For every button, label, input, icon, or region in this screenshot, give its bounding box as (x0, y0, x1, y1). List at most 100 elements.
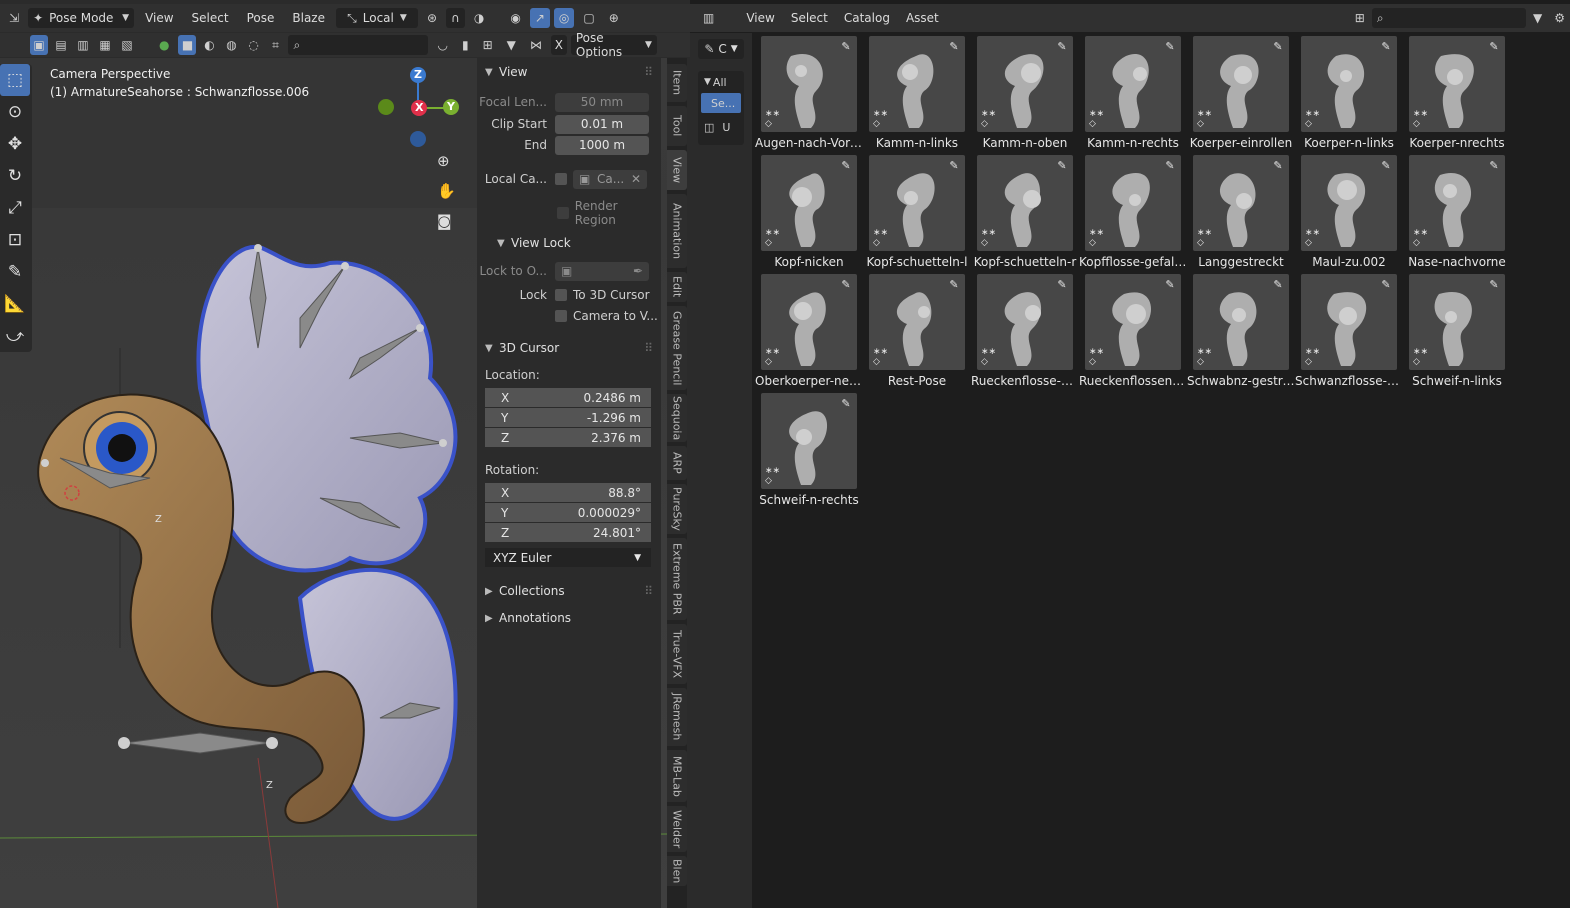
transform-tool[interactable]: ⊡ (0, 224, 30, 256)
view-section-header[interactable]: ▼ View ⠿ (477, 60, 661, 84)
edit-icon[interactable]: ✎ (947, 40, 961, 54)
scale-tool[interactable]: ⤢ (0, 192, 30, 224)
asset-name[interactable]: Maul-zu.002 (1295, 255, 1403, 269)
asset-thumbnail[interactable]: ✎ ∗∗ ◇ (1085, 155, 1181, 251)
asset-search-input[interactable]: ⌕ (1371, 8, 1526, 28)
edit-icon[interactable]: ✎ (1379, 278, 1393, 292)
asset-thumbnail[interactable]: ✎ ∗∗ ◇ (1301, 274, 1397, 370)
asset-name[interactable]: Kopf-schuetteln-l (863, 255, 971, 269)
mirror-button[interactable]: ⋈ (525, 35, 547, 55)
edit-icon[interactable]: ✎ (947, 159, 961, 173)
asset-thumbnail[interactable]: ✎ ∗∗ ◇ (869, 36, 965, 132)
rotation-mode-dropdown[interactable]: XYZ Euler ▼ (485, 548, 651, 567)
annotate-tool[interactable]: ✎ (0, 256, 30, 288)
x-mirror-toggle[interactable]: X (550, 35, 567, 55)
cursor-tool[interactable]: ⊙ (0, 96, 30, 128)
annotations-header[interactable]: ▶ Annotations (477, 606, 661, 630)
lock-to-object-field[interactable]: ▣ ✒ (555, 261, 649, 281)
clip-start-field[interactable]: 0.01 m (555, 114, 649, 134)
edit-icon[interactable]: ✎ (839, 278, 853, 292)
local-camera-checkbox[interactable] (555, 173, 567, 185)
asset-name[interactable]: Schwabnz-gestrec... (1187, 374, 1295, 388)
menu-catalog[interactable]: Catalog (837, 11, 897, 25)
display-mode-button[interactable]: ⊞ (1350, 8, 1370, 28)
search-input[interactable]: ⌕ (288, 35, 429, 55)
eyedropper-icon[interactable]: ✒ (633, 264, 643, 278)
asset-thumbnail[interactable]: ✎ ∗∗ ◇ (1409, 36, 1505, 132)
keying-button[interactable]: ⊞ (478, 35, 498, 55)
asset-thumbnail[interactable]: ✎ ∗∗ ◇ (1193, 155, 1289, 251)
to-3d-cursor-checkbox[interactable] (555, 289, 567, 301)
location-y-field[interactable]: Y -1.296 m (485, 408, 651, 427)
drag-handle-icon[interactable]: ⠿ (644, 65, 653, 79)
render-region-checkbox[interactable] (557, 207, 569, 219)
asset-thumbnail[interactable]: ✎ ∗∗ ◇ (761, 155, 857, 251)
zoom-icon[interactable]: ⊕ (437, 152, 450, 170)
asset-name[interactable]: Langgestreckt (1187, 255, 1295, 269)
shading-material-button[interactable]: ◐ (200, 35, 218, 55)
asset-name[interactable]: Kamm-n-links (863, 136, 971, 150)
shading-world-button[interactable]: ◌ (244, 35, 262, 55)
move-tool[interactable]: ✥ (0, 128, 30, 160)
library-selector[interactable]: ✎ C ▼ (698, 39, 744, 59)
menu-select[interactable]: Select (784, 11, 835, 25)
select-mode-extend[interactable]: ▤ (52, 35, 70, 55)
menu-asset[interactable]: Asset (899, 11, 946, 25)
camera-view-icon[interactable]: ◙ (437, 212, 452, 230)
pan-hand-icon[interactable]: ✋ (437, 182, 456, 200)
rotation-y-field[interactable]: Y 0.000029° (485, 503, 651, 522)
edit-icon[interactable]: ✎ (1055, 159, 1069, 173)
edit-icon[interactable]: ✎ (839, 159, 853, 173)
relax-tool[interactable]: ⤻ (0, 320, 30, 352)
sidebar-tab[interactable]: Item (667, 64, 687, 102)
overlay-button[interactable]: ◎ (553, 8, 575, 28)
measure-tool[interactable]: 📐 (0, 288, 30, 320)
edit-icon[interactable]: ✎ (1379, 40, 1393, 54)
focal-length-field[interactable]: 50 mm (555, 92, 649, 112)
rotate-tool[interactable]: ↻ (0, 160, 30, 192)
sidebar-tab[interactable]: Animation (667, 194, 687, 268)
edit-icon[interactable]: ✎ (1055, 40, 1069, 54)
select-mode-intersect[interactable]: ▧ (118, 35, 136, 55)
sidebar-tab[interactable]: Edit (667, 272, 687, 302)
settings-button[interactable]: ⚙ (1549, 8, 1570, 28)
select-mode-subtract[interactable]: ▥ (74, 35, 92, 55)
drag-handle-icon[interactable]: ⠿ (644, 341, 653, 355)
gizmo-x-label[interactable]: X (415, 101, 423, 114)
shading-solid-button[interactable]: ■ (178, 35, 197, 55)
pivot-button[interactable]: ⊛ (422, 8, 442, 28)
edit-icon[interactable]: ✎ (839, 397, 853, 411)
catalog-item-selected[interactable]: Se... (701, 93, 741, 113)
sidebar-tab[interactable]: PureSky (667, 484, 687, 534)
asset-name[interactable]: Rueckenflosse-an... (971, 374, 1079, 388)
shading-extra-button[interactable]: ⌗ (266, 35, 284, 55)
menu-select[interactable]: Select (185, 11, 236, 25)
filter-button[interactable]: ▼ (502, 35, 521, 55)
asset-name[interactable]: Rest-Pose (863, 374, 971, 388)
select-box-tool[interactable]: ⬚ (0, 64, 30, 96)
local-camera-field[interactable]: ▣ Ca... ✕ (573, 169, 647, 189)
asset-name[interactable]: Kamm-n-rechts (1079, 136, 1187, 150)
snap-button[interactable]: ∩ (446, 8, 465, 28)
asset-thumbnail[interactable]: ✎ ∗∗ ◇ (1085, 36, 1181, 132)
menu-view[interactable]: View (739, 11, 781, 25)
menu-blaze[interactable]: Blaze (285, 11, 332, 25)
asset-name[interactable]: Schwanzflosse-gef... (1295, 374, 1403, 388)
edit-icon[interactable]: ✎ (947, 278, 961, 292)
bookmark-button[interactable]: ▮ (457, 35, 474, 55)
sidebar-tab[interactable]: Sequoia (667, 394, 687, 442)
asset-thumbnail[interactable]: ✎ ∗∗ ◇ (761, 274, 857, 370)
asset-name[interactable]: Rueckenflossen-g... (1079, 374, 1187, 388)
asset-thumbnail[interactable]: ✎ ∗∗ ◇ (761, 36, 857, 132)
asset-thumbnail[interactable]: ✎ ∗∗ ◇ (869, 274, 965, 370)
asset-name[interactable]: Koerper-nrechts (1403, 136, 1511, 150)
menu-pose[interactable]: Pose (240, 11, 282, 25)
asset-thumbnail[interactable]: ✎ ∗∗ ◇ (761, 393, 857, 489)
3d-cursor-header[interactable]: ▼ 3D Cursor ⠿ (477, 336, 661, 360)
edit-icon[interactable]: ✎ (1271, 159, 1285, 173)
gizmo-button[interactable]: ↗ (529, 8, 550, 28)
rotation-x-field[interactable]: X 88.8° (485, 483, 651, 502)
gizmo-z-label[interactable]: Z (414, 68, 422, 81)
proportional-button[interactable]: ◑ (469, 8, 489, 28)
edit-icon[interactable]: ✎ (839, 40, 853, 54)
